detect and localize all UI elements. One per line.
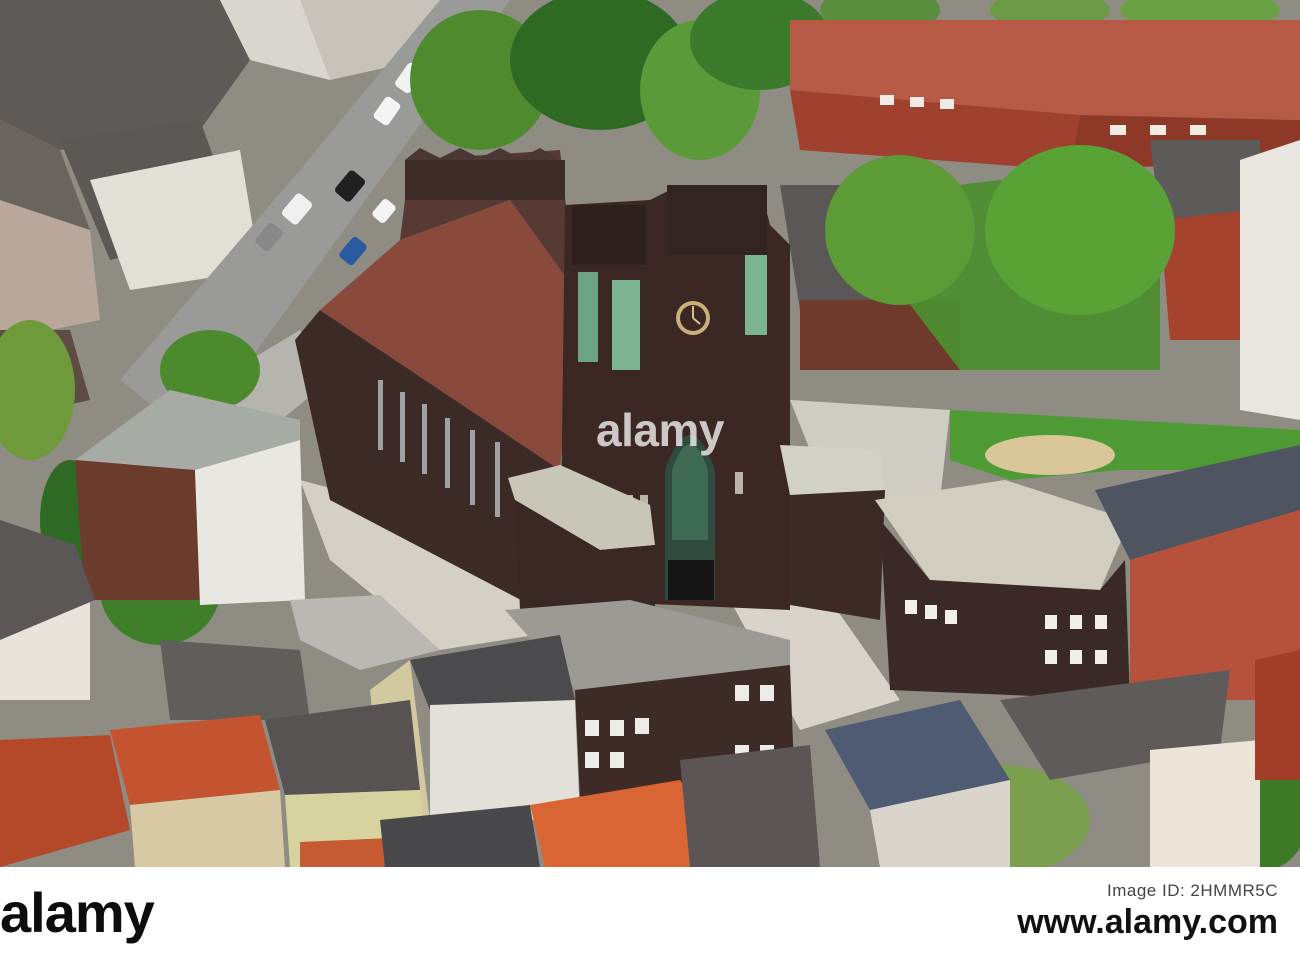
image-id-block: Image ID: 2HMMR5C www.alamy.com (1017, 881, 1278, 942)
watermark-text: alamy (596, 404, 724, 456)
stock-footer: alamy Image ID: 2HMMR5C www.alamy.com (0, 867, 1300, 957)
brand-name: alamy (0, 880, 155, 944)
aerial-photo: alamy (0, 0, 1300, 867)
site-url[interactable]: www.alamy.com (1017, 903, 1278, 942)
image-id: Image ID: 2HMMR5C (1107, 881, 1278, 900)
brand-logo[interactable]: alamy (0, 867, 155, 957)
